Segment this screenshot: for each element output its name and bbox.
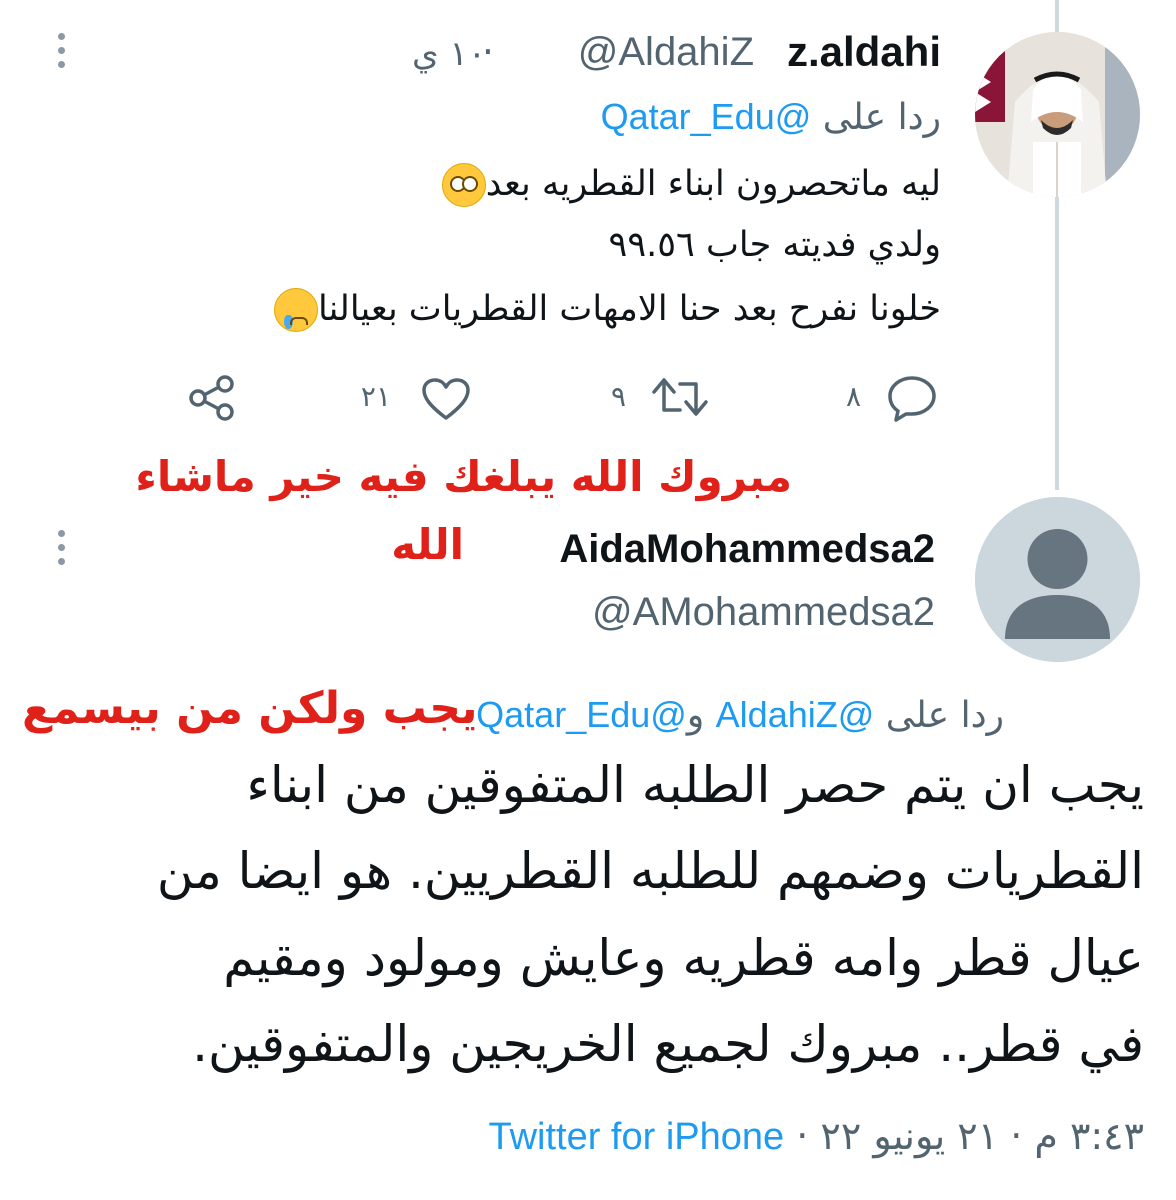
reply-prefix: ردا على xyxy=(885,695,1004,736)
avatar[interactable] xyxy=(975,32,1140,197)
share-icon[interactable] xyxy=(186,374,238,422)
retweet-count: ٩ xyxy=(610,380,626,413)
tweet-text-line: ليه ماتحصرون ابناء القطريه بعد xyxy=(438,163,941,207)
heart-icon[interactable] xyxy=(420,376,472,422)
annotation-text: الله xyxy=(391,520,464,569)
display-name[interactable]: z.aldahi xyxy=(787,28,941,76)
annotation-text: مبروك الله يبلغك فيه خير ماشاء xyxy=(135,452,792,501)
avatar[interactable] xyxy=(975,497,1140,662)
more-options-icon[interactable] xyxy=(56,33,66,68)
rolling-eyes-emoji-icon xyxy=(441,163,486,207)
reply-context: ردا على @AldahiZ و@Qatar_Edu xyxy=(476,694,1004,736)
tweet-text-line: خلونا نفرح بعد حنا الامهات القطريات بعيا… xyxy=(270,288,941,332)
tweet-text-line: في قطر.. مبروك لجميع الخريجين والمتفوقين… xyxy=(192,1015,1144,1073)
display-name[interactable]: AidaMohammedsa2 xyxy=(559,527,935,572)
reply-context: ردا على @Qatar_Edu xyxy=(601,96,941,138)
tweet-text: ليه ماتحصرون ابناء القطريه بعد xyxy=(485,164,941,204)
reply-count: ٨ xyxy=(845,380,861,413)
tweet-text: خلونا نفرح بعد حنا الامهات القطريات بعيا… xyxy=(317,289,941,329)
reply-prefix: ردا على xyxy=(822,97,941,138)
more-options-icon[interactable] xyxy=(56,530,66,565)
tweet-time[interactable]: ١٠ ي xyxy=(412,34,486,74)
user-handle[interactable]: @AldahiZ xyxy=(578,30,754,75)
tweet-text-line: يجب ان يتم حصر الطلبه المتفوقين من ابناء xyxy=(246,756,1144,814)
tweet-text-line: عيال قطر وامه قطريه وعايش ومولود ومقيم xyxy=(223,929,1144,987)
crying-face-emoji-icon xyxy=(273,288,318,332)
annotation-text: يجب ولكن من بيسمع xyxy=(22,683,478,734)
user-handle[interactable]: @AMohammedsa2 xyxy=(592,590,935,635)
tweet-text-line: القطريات وضمهم للطلبه القطريين. هو ايضا … xyxy=(156,842,1144,900)
reply-to-link[interactable]: @Qatar_Edu xyxy=(476,694,687,735)
reply-joiner: و xyxy=(686,695,705,736)
reply-to-link[interactable]: @AldahiZ xyxy=(716,694,875,735)
tweet-timestamp[interactable]: ٣:٤٣ م · ٢١ يونيو ٢٢ · xyxy=(796,1114,1144,1158)
default-avatar-icon xyxy=(975,497,1140,662)
tweet-text: ولدي فديته جاب ٩٩.٥٦ xyxy=(608,225,941,265)
like-count: ٢١ xyxy=(360,380,391,413)
reply-to-link[interactable]: @Qatar_Edu xyxy=(601,96,812,137)
tweet-source[interactable]: Twitter for iPhone xyxy=(488,1116,784,1158)
tweet-text-line: ولدي فديته جاب ٩٩.٥٦ xyxy=(609,225,941,265)
reply-icon[interactable] xyxy=(886,374,938,422)
tweet-metadata: ٣:٤٣ م · ٢١ يونيو ٢٢ · Twitter for iPhon… xyxy=(488,1114,1144,1159)
profile-photo xyxy=(975,32,1140,197)
retweet-icon[interactable] xyxy=(650,374,710,420)
